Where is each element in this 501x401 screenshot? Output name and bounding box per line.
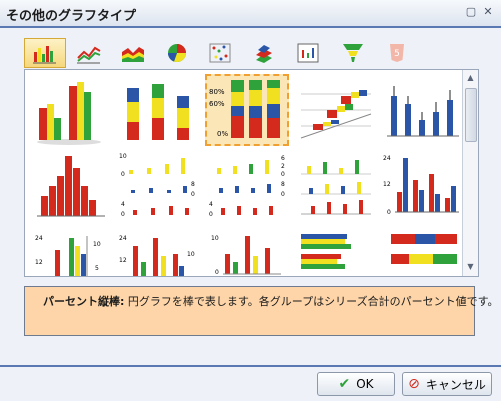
scrollbar-thumb[interactable] [465, 88, 477, 142]
scroll-down-icon[interactable]: ▼ [465, 262, 476, 272]
tab-area-chart[interactable] [112, 38, 154, 68]
thumb-histogram-3d[interactable] [29, 150, 113, 222]
restore-icon[interactable]: ▢ [465, 6, 477, 17]
dual-axis-stacked-preview: 24 12 10 5 [35, 235, 101, 276]
close-icon[interactable]: ✕ [482, 6, 494, 17]
thumb-horizontal-bar[interactable] [293, 226, 377, 276]
multi-panel-preview: 6 2 0 8 0 4 0 [209, 155, 285, 218]
cancel-button-label: キャンセル [425, 377, 486, 392]
tab-bar-chart[interactable] [24, 38, 66, 68]
thumb-dual-axis-bar[interactable]: 24 12 0 [381, 150, 465, 222]
pie-chart-icon [167, 44, 187, 63]
tick-label: 10 [119, 153, 127, 160]
description-label: パーセント縦棒: [43, 295, 125, 308]
thumb-3d-depth-bar[interactable] [293, 74, 377, 146]
thumb-multi-axis-bar-2[interactable]: 10 0 [205, 226, 289, 276]
bar-chart-icon [33, 46, 56, 64]
title-divider [0, 26, 501, 28]
tick-label: 2 [281, 163, 285, 170]
thumb-horizontal-stacked-bar[interactable] [381, 226, 465, 276]
multi-axis-preview: 10 0 8 0 4 0 [119, 153, 195, 218]
thumb-side-by-side-multi-axis[interactable]: 10 0 8 0 4 0 [117, 150, 201, 222]
scroll-up-icon[interactable]: ▲ [465, 73, 476, 83]
description-body: 円グラフを棒で表します。各グループはシリーズ合計のパーセント値です。 [124, 295, 499, 308]
tick-label: 6 [281, 155, 285, 162]
tick-label: 4 [209, 201, 213, 208]
window-title: その他のグラフタイプ [6, 9, 137, 24]
tick-label: 4 [121, 201, 125, 208]
tick-label: 8 [281, 181, 285, 188]
tick-label: 24 [35, 235, 43, 242]
thumb-grid-bars[interactable] [293, 150, 377, 222]
tick-80: 80% [209, 88, 225, 96]
tick-label: 0 [209, 211, 213, 218]
multi-axis-bar-2-preview: 10 0 [211, 235, 281, 276]
tab-3d-chart[interactable] [244, 38, 286, 68]
multi-axis-bar-preview: 24 12 10 [119, 235, 195, 276]
tick-label: 10 [211, 235, 219, 242]
error-bar-preview [387, 86, 459, 137]
tick-label: 5 [95, 265, 99, 272]
thumb-3d-stacked-bar[interactable] [117, 74, 201, 146]
3d-chart-icon [256, 45, 272, 63]
tick-label: 0 [215, 269, 219, 276]
tab-scatter-chart[interactable] [200, 38, 242, 68]
tick-label: 0 [121, 171, 125, 178]
thumb-multi-axis-bar[interactable]: 24 12 10 [117, 226, 201, 276]
area-chart-icon [122, 47, 144, 62]
scatter-chart-icon [209, 43, 231, 63]
tick-label: 0 [191, 191, 195, 198]
stacked-bar-preview [127, 84, 189, 140]
thumb-3d-clustered-bar[interactable] [29, 74, 113, 146]
tick-label: 12 [119, 257, 127, 264]
funnel-chart-icon [343, 44, 363, 62]
chart-category-tabs: 5 [24, 38, 476, 68]
tick-label: 0 [387, 209, 391, 216]
tick-label: 12 [35, 259, 43, 266]
tick-label: 0 [121, 211, 125, 218]
depth-bar-preview [300, 90, 372, 139]
line-chart-icon [77, 46, 101, 64]
gallery-scrollbar[interactable]: ▲ ▼ [462, 70, 478, 276]
tab-html5[interactable]: 5 [376, 38, 418, 68]
grid-bars-preview [301, 160, 371, 215]
tick-0: 0% [217, 130, 228, 138]
thumb-multi-panel-bars[interactable]: 6 2 0 8 0 4 0 [205, 150, 289, 222]
thumb-bar-error-bars[interactable] [381, 74, 465, 146]
cancel-button[interactable]: ⊘ キャンセル [402, 372, 492, 396]
histogram-preview [37, 156, 105, 217]
ok-button[interactable]: ✔ OK [317, 372, 395, 396]
tab-stock-chart[interactable] [288, 38, 330, 68]
thumb-percent-stacked-bar[interactable]: 80% 60% 0% [205, 74, 289, 146]
footer-divider [0, 365, 501, 367]
thumb-dual-axis-stacked[interactable]: 24 12 10 5 [29, 226, 113, 276]
tick-label: 10 [93, 241, 101, 248]
tick-label: 24 [383, 155, 391, 162]
description-text: パーセント縦棒: 円グラフを棒で表します。各グループはシリーズ合計のパーセント値… [43, 293, 499, 309]
tick-label: 10 [187, 251, 195, 258]
clustered-bar-preview [37, 82, 101, 145]
title-bar: その他のグラフタイプ ▢ ✕ [0, 0, 501, 27]
cancel-icon: ⊘ [408, 376, 420, 392]
tab-line-chart[interactable] [68, 38, 110, 68]
svg-text:5: 5 [394, 49, 400, 59]
tick-label: 12 [383, 181, 391, 188]
ok-button-label: OK [356, 377, 374, 391]
chart-type-gallery: 80% 60% 0% 10 0 8 0 4 0 6 2 0 8 0 4 0 24… [24, 69, 479, 277]
dual-axis-preview: 24 12 0 [383, 155, 459, 216]
tab-pie-chart[interactable] [156, 38, 198, 68]
description-panel: パーセント縦棒: 円グラフを棒で表します。各グループはシリーズ合計のパーセント値… [24, 286, 499, 336]
horizontal-stacked-preview [391, 234, 457, 264]
tick-label: 8 [191, 181, 195, 188]
percent-bar-preview: 80% 60% 0% [209, 80, 280, 138]
html5-icon: 5 [390, 44, 404, 62]
tick-60: 60% [209, 100, 225, 108]
stock-chart-icon [297, 43, 319, 63]
checkmark-icon: ✔ [338, 376, 351, 392]
horizontal-bar-preview [301, 234, 351, 269]
tick-label: 0 [281, 171, 285, 178]
tick-label: 24 [119, 235, 127, 242]
tick-label: 0 [281, 191, 285, 198]
tab-funnel-chart[interactable] [332, 38, 374, 68]
